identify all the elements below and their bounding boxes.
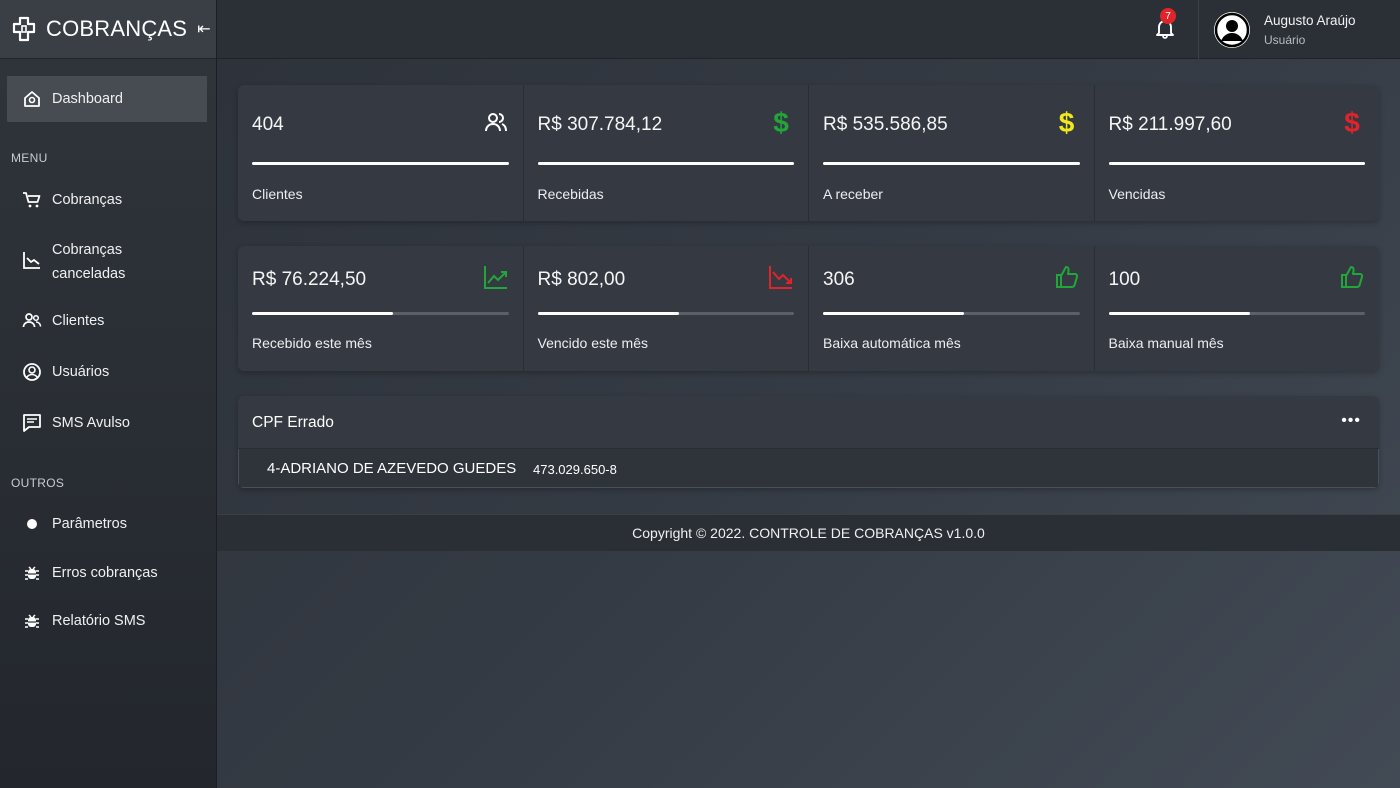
collapse-left-icon[interactable]: ⇤ bbox=[197, 19, 210, 39]
sidebar-item-label: SMS Avulso bbox=[52, 415, 130, 431]
row-client-name: 4-ADRIANO DE AZEVEDO GUEDES bbox=[267, 460, 517, 477]
stat-label: Baixa automática mês bbox=[823, 335, 961, 351]
dollar-icon: $ bbox=[773, 107, 789, 138]
sidebar-item-sms-avulso[interactable]: SMS Avulso bbox=[7, 412, 207, 434]
logo-icon bbox=[12, 16, 36, 42]
stat-value: R$ 211.997,60 bbox=[1108, 114, 1232, 135]
stat-card-recebidas[interactable]: R$ 307.784,12 $ Recebidas bbox=[524, 85, 809, 221]
sidebar-item-parametros[interactable]: Parâmetros bbox=[7, 513, 207, 535]
brand-bar: COBRANÇAS ⇤ bbox=[0, 0, 216, 59]
sidebar: COBRANÇAS ⇤ Dashboard MENU Cobranças Cob… bbox=[0, 0, 217, 788]
sidebar-item-dashboard[interactable]: Dashboard bbox=[7, 76, 207, 122]
stat-label: Recebidas bbox=[537, 186, 604, 202]
stat-card-a-receber[interactable]: R$ 535.586,85 $ A receber bbox=[809, 85, 1095, 221]
progress-bar bbox=[823, 162, 1080, 165]
topbar: 7 Augusto Araújo Usuário bbox=[217, 0, 1400, 59]
sidebar-item-usuarios[interactable]: Usuários bbox=[7, 361, 207, 383]
stat-card-recebido-mes[interactable]: R$ 76.224,50 Recebido este mês bbox=[238, 246, 524, 371]
user-menu[interactable]: Augusto Araújo Usuário bbox=[1198, 0, 1400, 59]
brand-title: COBRANÇAS bbox=[46, 16, 188, 41]
section-menu-label: MENU bbox=[11, 151, 48, 165]
progress-bar bbox=[537, 162, 794, 165]
user-circle-icon bbox=[21, 361, 43, 383]
stat-value: R$ 535.586,85 bbox=[823, 114, 948, 135]
stat-label: Vencido este mês bbox=[537, 335, 649, 351]
message-icon bbox=[21, 412, 43, 434]
notification-badge: 7 bbox=[1160, 8, 1176, 24]
stat-value: R$ 307.784,12 bbox=[537, 114, 663, 135]
progress-bar bbox=[252, 162, 509, 165]
progress-bar bbox=[1108, 312, 1365, 315]
section-outros-label: OUTROS bbox=[11, 476, 65, 490]
users-icon bbox=[483, 110, 509, 136]
more-options-icon[interactable]: ••• bbox=[1341, 412, 1361, 430]
dot-icon bbox=[21, 513, 43, 535]
sidebar-item-label: Dashboard bbox=[52, 91, 123, 107]
progress-bar bbox=[252, 312, 509, 315]
sidebar-item-label: Parâmetros bbox=[52, 516, 127, 532]
cpf-errado-panel: CPF Errado ••• 4-ADRIANO DE AZEVEDO GUED… bbox=[238, 396, 1379, 488]
stat-label: Clientes bbox=[252, 186, 303, 202]
dollar-icon: $ bbox=[1058, 107, 1075, 138]
stat-card-baixa-automatica[interactable]: 306 Baixa automática mês bbox=[809, 246, 1095, 371]
stat-label: Baixa manual mês bbox=[1108, 335, 1224, 351]
cart-icon bbox=[21, 189, 43, 211]
stat-value: R$ 76.224,50 bbox=[252, 269, 367, 290]
progress-bar bbox=[1108, 162, 1365, 165]
sidebar-item-erros-cobrancas[interactable]: Erros cobranças bbox=[7, 562, 207, 584]
user-name: Augusto Araújo bbox=[1264, 12, 1356, 28]
stat-card-vencido-mes[interactable]: R$ 802,00 Vencido este mês bbox=[524, 246, 809, 371]
stat-card-baixa-manual[interactable]: 100 Baixa manual mês bbox=[1095, 246, 1380, 371]
table-row[interactable]: 4-ADRIANO DE AZEVEDO GUEDES 473.029.650-… bbox=[238, 449, 1379, 488]
avatar bbox=[1214, 11, 1250, 48]
sidebar-item-label-line1: Cobranças bbox=[52, 242, 123, 258]
bug-icon bbox=[21, 562, 43, 584]
copyright-text: Copyright © 2022. CONTROLE DE COBRANÇAS … bbox=[632, 525, 985, 541]
panel-header: CPF Errado ••• bbox=[238, 396, 1379, 449]
users-icon bbox=[21, 310, 43, 332]
stat-value: 404 bbox=[252, 114, 284, 135]
trend-up-icon bbox=[483, 264, 509, 290]
sidebar-item-label: Cobranças bbox=[52, 192, 123, 208]
user-role: Usuário bbox=[1264, 32, 1306, 47]
stat-value: 100 bbox=[1108, 269, 1141, 290]
stats-row-1: 404 Clientes R$ 307.784,12 $ Recebidas R… bbox=[238, 85, 1379, 221]
stat-label: Recebido este mês bbox=[252, 335, 372, 351]
stat-label: Vencidas bbox=[1108, 186, 1166, 202]
stats-row-2: R$ 76.224,50 Recebido este mês R$ 802,00… bbox=[238, 246, 1379, 371]
stat-value: R$ 802,00 bbox=[537, 269, 626, 290]
stat-label: A receber bbox=[823, 186, 883, 202]
sidebar-item-label-line2: canceladas bbox=[52, 266, 126, 282]
thumbs-up-icon bbox=[1054, 264, 1080, 290]
row-client-doc: 473.029.650-8 bbox=[533, 462, 617, 477]
chart-down-icon bbox=[21, 249, 43, 271]
sidebar-item-cobrancas[interactable]: Cobranças bbox=[7, 189, 207, 211]
stat-card-vencidas[interactable]: R$ 211.997,60 $ Vencidas bbox=[1095, 85, 1380, 221]
dollar-icon: $ bbox=[1344, 107, 1360, 138]
sidebar-item-label: Clientes bbox=[52, 313, 105, 329]
home-icon bbox=[21, 88, 43, 110]
sidebar-item-label: Erros cobranças bbox=[52, 565, 158, 581]
sidebar-item-label: Relatório SMS bbox=[52, 613, 146, 629]
sidebar-item-cobrancas-canceladas[interactable]: Cobranças canceladas bbox=[7, 238, 207, 284]
bug-icon bbox=[21, 610, 43, 632]
stat-card-clientes[interactable]: 404 Clientes bbox=[238, 85, 524, 221]
sidebar-item-label-multiline: Cobranças canceladas bbox=[52, 238, 125, 286]
sidebar-item-clientes[interactable]: Clientes bbox=[7, 310, 207, 332]
thumbs-up-icon bbox=[1339, 264, 1365, 290]
footer: Copyright © 2022. CONTROLE DE COBRANÇAS … bbox=[217, 514, 1400, 551]
trend-down-icon bbox=[768, 264, 794, 290]
sidebar-item-relatorio-sms[interactable]: Relatório SMS bbox=[7, 610, 207, 632]
sidebar-item-label: Usuários bbox=[52, 364, 110, 380]
progress-bar bbox=[823, 312, 1080, 315]
stat-value: 306 bbox=[823, 269, 855, 290]
panel-title: CPF Errado bbox=[252, 414, 334, 431]
progress-bar bbox=[537, 312, 794, 315]
